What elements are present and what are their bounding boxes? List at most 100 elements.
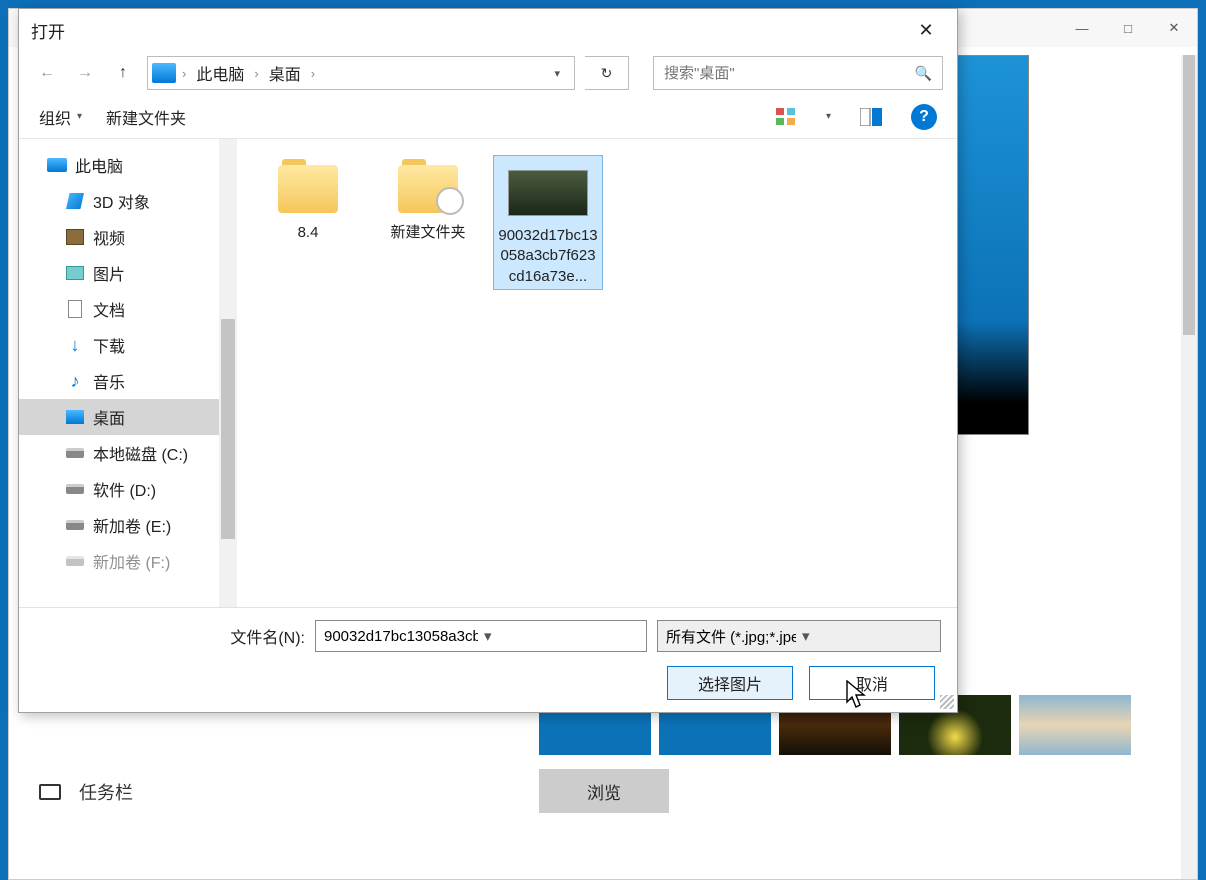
dialog-close-button[interactable]: ✕: [903, 14, 949, 46]
nav-forward-button[interactable]: →: [71, 59, 99, 87]
select-image-button[interactable]: 选择图片: [667, 666, 793, 700]
tree-video-label: 视频: [93, 225, 125, 249]
desktop-icon: [66, 410, 84, 424]
view-icons-button[interactable]: [770, 103, 802, 131]
tree-3d-objects[interactable]: 3D 对象: [19, 183, 219, 219]
dialog-bottom: 文件名(N): 90032d17bc13058a3cb7f623cd1 ▾ 所有…: [19, 607, 957, 712]
tree-scrollbar-thumb[interactable]: [221, 319, 235, 539]
dialog-buttons: 选择图片 取消: [35, 666, 941, 700]
tree-3d-label: 3D 对象: [93, 189, 150, 213]
tree-scrollbar[interactable]: [219, 139, 237, 607]
pictures-icon: [66, 266, 84, 280]
organize-label: 组织: [39, 105, 71, 129]
view-preview-button[interactable]: [855, 103, 887, 131]
filename-value: 90032d17bc13058a3cb7f623cd1: [324, 628, 478, 645]
bg-scrollbar-thumb[interactable]: [1183, 55, 1195, 335]
tree-documents-label: 文档: [93, 297, 125, 321]
tree-downloads[interactable]: ↓ 下载: [19, 327, 219, 363]
bg-browse-button[interactable]: 浏览: [539, 769, 669, 813]
disk-e-icon: [66, 520, 84, 530]
file-label: 新建文件夹: [373, 221, 483, 245]
file-item-folder-1[interactable]: 8.4: [253, 155, 363, 245]
breadcrumb-pc-icon: [152, 63, 176, 83]
video-icon: [66, 229, 84, 245]
dialog-body: 此电脑 3D 对象 视频 图片 文档 ↓ 下载: [19, 139, 957, 607]
cancel-button[interactable]: 取消: [809, 666, 935, 700]
bg-sidebar-taskbar[interactable]: 任务栏: [9, 767, 509, 817]
tree-pictures-label: 图片: [93, 261, 125, 285]
search-input[interactable]: [664, 65, 915, 82]
tree-this-pc-label: 此电脑: [75, 153, 123, 177]
tree-video[interactable]: 视频: [19, 219, 219, 255]
resize-grip[interactable]: [940, 695, 954, 709]
downloads-icon: ↓: [65, 336, 85, 354]
search-icon: 🔍: [915, 65, 932, 82]
disk-f-icon: [66, 556, 84, 566]
breadcrumb-sep-3: ›: [307, 66, 319, 81]
bg-maximize-button[interactable]: □: [1105, 13, 1151, 43]
tree-desktop-label: 桌面: [93, 405, 125, 429]
filetype-dropdown-icon[interactable]: ▾: [796, 627, 932, 645]
image-thumb-icon: [508, 170, 588, 216]
tree-soft-d[interactable]: 软件 (D:): [19, 471, 219, 507]
breadcrumb-desktop[interactable]: 桌面: [265, 61, 305, 85]
pc-icon: [47, 158, 67, 172]
filename-label: 文件名(N):: [35, 624, 305, 648]
organize-button[interactable]: 组织 ▾: [39, 105, 82, 129]
disk-d-icon: [66, 484, 84, 494]
tree-new-e[interactable]: 新加卷 (E:): [19, 507, 219, 543]
nav-up-button[interactable]: ↑: [109, 59, 137, 87]
tree-local-c[interactable]: 本地磁盘 (C:): [19, 435, 219, 471]
tree-new-f-label: 新加卷 (F:): [93, 549, 170, 573]
new-folder-button[interactable]: 新建文件夹: [106, 105, 186, 129]
bg-minimize-button[interactable]: —: [1059, 13, 1105, 43]
tree-new-f[interactable]: 新加卷 (F:): [19, 543, 219, 579]
search-box[interactable]: 🔍: [653, 56, 943, 90]
help-button[interactable]: ?: [911, 104, 937, 130]
file-list[interactable]: 8.4 新建文件夹 90032d17bc13058a3cb7f623cd16a7…: [237, 139, 957, 607]
bg-close-button[interactable]: ✕: [1151, 13, 1197, 43]
bg-scrollbar[interactable]: [1181, 55, 1197, 879]
dialog-titlebar: 打开 ✕: [19, 9, 957, 51]
filename-dropdown-icon[interactable]: ▾: [478, 627, 638, 645]
breadcrumb-sep-1: ›: [178, 66, 190, 81]
documents-icon: [68, 300, 82, 318]
tree-desktop[interactable]: 桌面: [19, 399, 219, 435]
file-label: 90032d17bc13058a3cb7f623cd16a73e...: [494, 224, 602, 289]
taskbar-icon: [39, 784, 61, 800]
tree-documents[interactable]: 文档: [19, 291, 219, 327]
view-caret-icon[interactable]: ▾: [826, 111, 831, 122]
filetype-value: 所有文件 (*.jpg;*.jpeg;*.bmp;*.: [666, 626, 796, 647]
file-label: 8.4: [253, 221, 363, 245]
tree-music-label: 音乐: [93, 369, 125, 393]
breadcrumb-dropdown[interactable]: ▾: [544, 67, 570, 80]
objects-3d-icon: [66, 193, 84, 209]
file-open-dialog: 打开 ✕ ← → ↑ › 此电脑 › 桌面 › ▾ ↻ 🔍 组织 ▾ 新建文件夹: [18, 8, 958, 713]
breadcrumb-sep-2: ›: [250, 66, 262, 81]
folder-disc-icon: [398, 165, 458, 213]
disk-c-icon: [66, 448, 84, 458]
bg-sidebar-taskbar-label: 任务栏: [79, 779, 133, 805]
tree-soft-d-label: 软件 (D:): [93, 477, 156, 501]
music-icon: ♪: [65, 372, 85, 390]
breadcrumb-this-pc[interactable]: 此电脑: [192, 61, 248, 85]
tree-music[interactable]: ♪ 音乐: [19, 363, 219, 399]
bg-thumb-5[interactable]: [1019, 695, 1131, 755]
dialog-nav-row: ← → ↑ › 此电脑 › 桌面 › ▾ ↻ 🔍: [19, 51, 957, 95]
filename-input[interactable]: 90032d17bc13058a3cb7f623cd1 ▾: [315, 620, 647, 652]
filetype-select[interactable]: 所有文件 (*.jpg;*.jpeg;*.bmp;*. ▾: [657, 620, 941, 652]
tree-new-e-label: 新加卷 (E:): [93, 513, 171, 537]
folder-icon: [278, 165, 338, 213]
tree-pictures[interactable]: 图片: [19, 255, 219, 291]
tree-downloads-label: 下载: [93, 333, 125, 357]
breadcrumb[interactable]: › 此电脑 › 桌面 › ▾: [147, 56, 575, 90]
file-item-image[interactable]: 90032d17bc13058a3cb7f623cd16a73e...: [493, 155, 603, 290]
tree-this-pc[interactable]: 此电脑: [19, 147, 219, 183]
organize-caret-icon: ▾: [77, 111, 82, 122]
file-item-folder-2[interactable]: 新建文件夹: [373, 155, 483, 245]
dialog-toolbar: 组织 ▾ 新建文件夹 ▾ ?: [19, 95, 957, 139]
folder-tree: 此电脑 3D 对象 视频 图片 文档 ↓ 下载: [19, 139, 219, 607]
tree-local-c-label: 本地磁盘 (C:): [93, 441, 188, 465]
nav-back-button[interactable]: ←: [33, 59, 61, 87]
refresh-button[interactable]: ↻: [585, 56, 629, 90]
